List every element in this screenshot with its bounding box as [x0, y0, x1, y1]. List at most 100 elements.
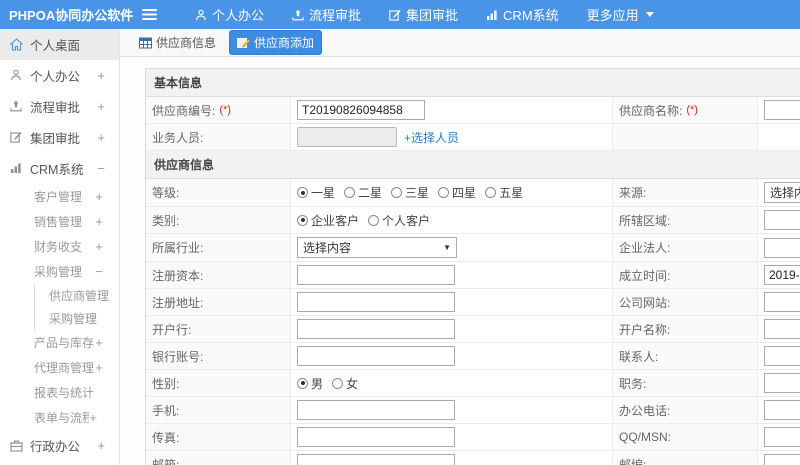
expander-icon[interactable]: + — [95, 335, 105, 350]
sales-person-picker-link[interactable]: +选择人员 — [404, 129, 459, 146]
mobile-input[interactable] — [297, 400, 455, 420]
label-text: 公司网站: — [619, 295, 671, 310]
sales-person-label: 业务人员: — [146, 124, 291, 150]
sidebar-item-procurement-mgmt[interactable]: 采购管理 — [35, 307, 119, 330]
expander-icon[interactable]: + — [97, 130, 107, 145]
contact-person-cell — [758, 343, 800, 369]
sidebar-item-admin-office[interactable]: 行政办公 + — [0, 430, 119, 461]
nav-more-apps[interactable]: 更多应用 — [573, 0, 668, 29]
category-cell: 企业客户 个人客户 — [291, 207, 613, 233]
sidebar-item-finance[interactable]: 财务收支 + — [0, 234, 119, 259]
category-radio-option[interactable]: 个人客户 — [368, 212, 430, 229]
sales-person-input[interactable] — [297, 127, 397, 147]
expander-icon[interactable]: − — [97, 161, 107, 176]
expander-icon[interactable]: + — [95, 239, 105, 254]
founding-date-input[interactable] — [764, 265, 800, 285]
user-icon — [195, 9, 207, 21]
sidebar-item-supplier-mgmt[interactable]: 供应商管理 — [35, 284, 119, 307]
radio-icon[interactable] — [332, 377, 344, 389]
tab-supplier-add[interactable]: 供应商添加 — [229, 30, 323, 55]
level-radio-option[interactable]: 五星 — [485, 184, 523, 201]
nav-group-approval[interactable]: 集团审批 — [375, 0, 472, 29]
level-radio-option[interactable]: 四星 — [438, 184, 476, 201]
sidebar-item-agent-mgmt[interactable]: 代理商管理 + — [0, 355, 119, 380]
nav-process-approval[interactable]: 流程审批 — [278, 0, 375, 29]
bank-account-input[interactable] — [297, 346, 455, 366]
label-text: 注册地址: — [152, 295, 204, 310]
expander-icon[interactable]: + — [95, 189, 105, 204]
level-radio-option[interactable]: 二星 — [344, 184, 382, 201]
radio-icon[interactable] — [391, 187, 403, 198]
fax-input[interactable] — [297, 427, 455, 447]
zip-code-input[interactable] — [764, 454, 800, 465]
industry-select[interactable]: 选择内容 ▼ — [297, 237, 457, 258]
bank-account-cell — [291, 343, 613, 369]
nav-personal-office[interactable]: 个人办公 — [181, 0, 278, 29]
sidebar-item-sales-mgmt[interactable]: 销售管理 + — [0, 209, 119, 234]
gender-radio-option[interactable]: 男 — [297, 375, 323, 392]
office-phone-input[interactable] — [764, 400, 800, 420]
bank-branch-cell — [291, 316, 613, 342]
radio-icon[interactable] — [344, 187, 356, 198]
sidebar-item-personal-desktop[interactable]: 个人桌面 — [0, 29, 119, 60]
sidebar-item-customer-mgmt[interactable]: 客户管理 + — [0, 184, 119, 209]
tab-supplier-info[interactable]: 供应商信息 — [132, 31, 223, 54]
job-title-input[interactable] — [764, 373, 800, 393]
legal-person-input[interactable] — [764, 237, 800, 258]
registered-address-input[interactable] — [297, 292, 455, 312]
radio-icon[interactable] — [297, 187, 308, 198]
sidebar-item-reports-stats[interactable]: 报表与统计 — [0, 380, 119, 405]
menu-toggle-icon[interactable] — [142, 9, 157, 20]
registered-capital-input[interactable] — [297, 265, 455, 285]
radio-icon[interactable] — [297, 377, 308, 389]
sidebar-item-personal-office[interactable]: 个人办公 + — [0, 60, 119, 91]
level-radio-option[interactable]: 一星 — [297, 184, 335, 201]
expander-icon[interactable]: + — [95, 360, 105, 375]
expander-icon[interactable]: + — [97, 68, 107, 83]
label-text: 邮编: — [619, 457, 647, 465]
gender-radio-option[interactable]: 女 — [332, 375, 358, 392]
expander-icon[interactable]: + — [97, 438, 107, 453]
sidebar-item-crm-system[interactable]: CRM系统 − — [0, 153, 119, 184]
email-input[interactable] — [297, 454, 455, 465]
account-name-cell — [758, 316, 800, 342]
required-marker: (*) — [686, 104, 698, 116]
category-radio-option[interactable]: 企业客户 — [297, 212, 359, 229]
sidebar-item-process-approval[interactable]: 流程审批 + — [0, 91, 119, 122]
registered-capital-label: 注册资本: — [146, 262, 291, 288]
mobile-label: 手机: — [146, 397, 291, 423]
bank-branch-input[interactable] — [297, 319, 455, 339]
sidebar-item-group-approval[interactable]: 集团审批 + — [0, 122, 119, 153]
source-select[interactable]: 选择内容▼ — [764, 182, 800, 203]
label-text: QQ/MSN: — [619, 430, 672, 444]
expander-icon[interactable]: − — [95, 264, 105, 279]
sidebar-item-products-inventory[interactable]: 产品与库存 + — [0, 330, 119, 355]
expander-icon[interactable]: + — [89, 410, 105, 425]
level-radio-option[interactable]: 三星 — [391, 184, 429, 201]
qq-msn-input[interactable] — [764, 427, 800, 447]
sidebar-item-hr[interactable]: 人力资源+ — [0, 461, 119, 465]
form-row: 传真: QQ/MSN: — [146, 424, 800, 451]
radio-icon[interactable] — [368, 214, 380, 226]
zip-code-cell — [758, 451, 800, 465]
contact-person-input[interactable] — [764, 346, 800, 366]
company-website-input[interactable] — [764, 292, 800, 312]
form-row: 注册资本: 成立时间: — [146, 262, 800, 289]
radio-icon[interactable] — [297, 214, 308, 226]
supplier-code-input[interactable] — [297, 100, 425, 120]
sidebar-item-form-process-settings[interactable]: 表单与流程设置+ — [0, 405, 119, 430]
expander-icon[interactable]: + — [97, 99, 107, 114]
radio-icon[interactable] — [485, 187, 497, 198]
sidebar-item-label: 报表与统计 — [34, 386, 95, 400]
radio-icon[interactable] — [438, 187, 450, 198]
form-row: 性别: 男女职务: — [146, 370, 800, 397]
region-input[interactable] — [764, 210, 800, 230]
sidebar-item-purchase-mgmt[interactable]: 采购管理 − — [0, 259, 119, 284]
nav-crm-system[interactable]: CRM系统 — [472, 0, 573, 29]
supplier-name-input[interactable] — [764, 100, 800, 120]
account-name-input[interactable] — [764, 319, 800, 339]
caret-down-icon — [645, 12, 654, 17]
registered-address-cell — [291, 289, 613, 315]
label-text: 注册资本: — [152, 268, 204, 283]
expander-icon[interactable]: + — [95, 214, 105, 229]
